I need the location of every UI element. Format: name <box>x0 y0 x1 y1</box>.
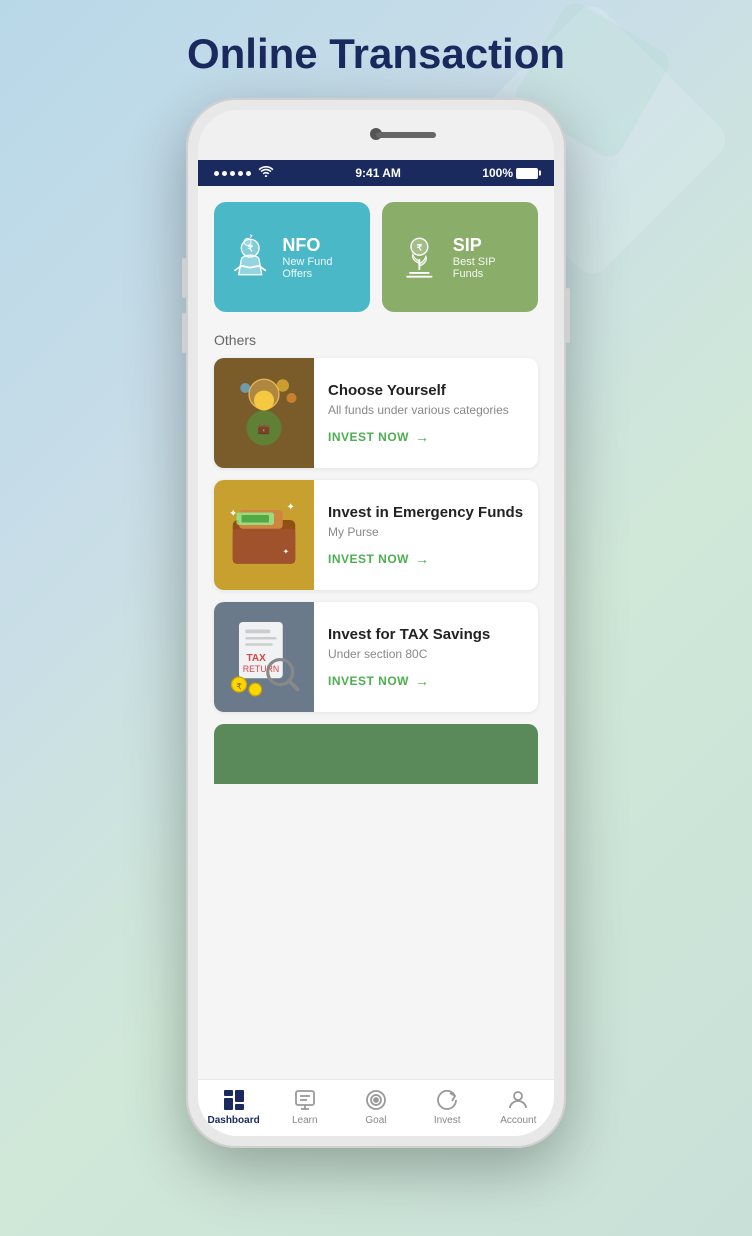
emergency-funds-image: ✦ ✦ ✦ <box>214 480 314 590</box>
sip-subtitle: Best SIP Funds <box>453 256 524 280</box>
nav-item-learn[interactable]: Learn <box>277 1088 332 1126</box>
svg-text:₹: ₹ <box>236 682 242 692</box>
dashboard-icon <box>222 1088 246 1112</box>
nav-label-goal: Goal <box>365 1115 386 1126</box>
choose-yourself-title: Choose Yourself <box>328 382 509 399</box>
wifi-icon <box>258 166 274 180</box>
page-title: Online Transaction <box>187 30 565 78</box>
battery-indicator: 100% <box>482 166 538 180</box>
tax-savings-invest-btn[interactable]: INVEST NOW → <box>328 673 490 689</box>
choose-yourself-invest-btn[interactable]: INVEST NOW → <box>328 429 509 445</box>
phone-inner-shell: 9:41 AM 100% <box>198 110 554 1136</box>
emergency-funds-content: Invest in Emergency Funds My Purse INVES… <box>314 480 537 590</box>
battery-bar <box>516 168 538 179</box>
phone-outer-shell: 9:41 AM 100% <box>186 98 566 1148</box>
nfo-subtitle: New Fund Offers <box>282 256 356 280</box>
main-scroll-area[interactable]: ₹ NFO New Fund Offers <box>198 186 554 1079</box>
status-bar: 9:41 AM 100% <box>198 160 554 186</box>
svg-text:✦: ✦ <box>229 508 237 519</box>
list-item-emergency-funds[interactable]: ✦ ✦ ✦ Invest in Emergency Funds My Purse… <box>214 480 538 590</box>
phone-screen: 9:41 AM 100% <box>198 160 554 1136</box>
list-item-tax-savings[interactable]: TAX RETURN ₹ <box>214 602 538 712</box>
nav-item-dashboard[interactable]: Dashboard <box>206 1088 261 1126</box>
tax-savings-title: Invest for TAX Savings <box>328 626 490 643</box>
nav-label-learn: Learn <box>292 1115 318 1126</box>
choose-yourself-subtitle: All funds under various categories <box>328 403 509 417</box>
volume-up-button <box>182 258 186 298</box>
speaker-grille <box>376 132 436 138</box>
tax-savings-image: TAX RETURN ₹ <box>214 602 314 712</box>
nav-label-invest: Invest <box>434 1115 461 1126</box>
account-icon <box>506 1088 530 1112</box>
svg-text:💼: 💼 <box>258 424 271 435</box>
choose-yourself-content: Choose Yourself All funds under various … <box>314 358 523 468</box>
goal-icon <box>364 1088 388 1112</box>
nfo-card-text: NFO New Fund Offers <box>282 235 356 280</box>
partial-card <box>214 724 538 784</box>
sip-card[interactable]: ₹ SIP Best SIP Funds <box>382 202 538 312</box>
signal-indicator <box>214 166 274 180</box>
tax-savings-subtitle: Under section 80C <box>328 647 490 661</box>
arrow-right-icon-2: → <box>415 551 430 567</box>
arrow-right-icon-3: → <box>415 673 430 689</box>
arrow-right-icon: → <box>415 429 430 445</box>
tax-savings-content: Invest for TAX Savings Under section 80C… <box>314 602 504 712</box>
status-time: 9:41 AM <box>355 166 401 180</box>
battery-fill <box>517 169 537 178</box>
emergency-funds-title: Invest in Emergency Funds <box>328 504 523 521</box>
learn-icon <box>293 1088 317 1112</box>
svg-text:TAX: TAX <box>247 653 267 664</box>
nfo-card-icon: ₹ <box>228 232 272 282</box>
battery-percentage: 100% <box>482 166 513 180</box>
power-button <box>566 288 570 343</box>
sip-card-text: SIP Best SIP Funds <box>453 235 524 280</box>
phone-device: 9:41 AM 100% <box>186 98 566 1148</box>
others-section-label: Others <box>214 332 538 348</box>
volume-down-button <box>182 313 186 353</box>
invest-icon <box>435 1088 459 1112</box>
svg-text:₹: ₹ <box>417 242 422 252</box>
emergency-funds-subtitle: My Purse <box>328 525 523 539</box>
nav-item-goal[interactable]: Goal <box>348 1088 403 1126</box>
svg-text:✦: ✦ <box>287 502 295 513</box>
sip-title: SIP <box>453 235 524 256</box>
sip-card-icon: ₹ <box>396 232 443 282</box>
fund-cards-row: ₹ NFO New Fund Offers <box>214 202 538 312</box>
list-item-choose-yourself[interactable]: 💼 Choose Yourself All funds under variou… <box>214 358 538 468</box>
nav-item-account[interactable]: Account <box>491 1088 546 1126</box>
svg-text:✦: ✦ <box>283 547 290 556</box>
emergency-funds-invest-btn[interactable]: INVEST NOW → <box>328 551 523 567</box>
nfo-card[interactable]: ₹ NFO New Fund Offers <box>214 202 370 312</box>
svg-text:RETURN: RETURN <box>243 664 279 674</box>
choose-yourself-image: 💼 <box>214 358 314 468</box>
nav-label-account: Account <box>500 1115 536 1126</box>
nfo-title: NFO <box>282 235 356 256</box>
nav-item-invest[interactable]: Invest <box>420 1088 475 1126</box>
nav-label-dashboard: Dashboard <box>207 1115 259 1126</box>
bottom-navigation: Dashboard Lea <box>198 1079 554 1136</box>
